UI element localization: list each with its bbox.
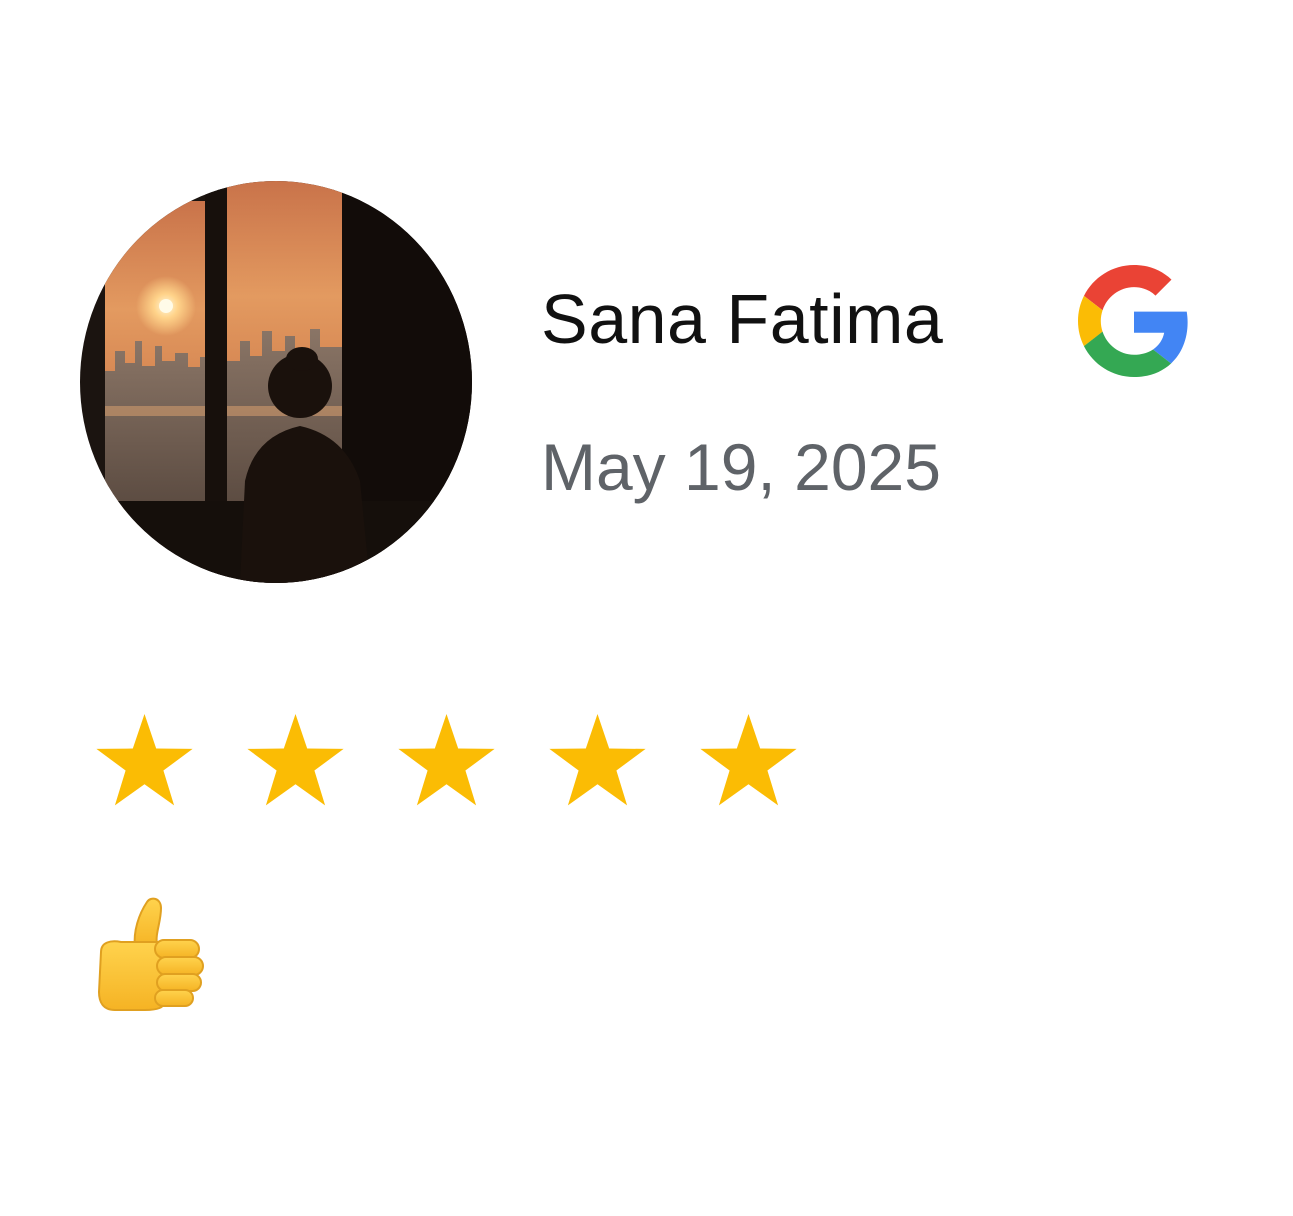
- star-icon: [548, 712, 647, 811]
- review-card: Sana Fatima May 19, 2025: [0, 0, 1293, 1216]
- google-g-icon: [1078, 264, 1190, 378]
- reviewer-name[interactable]: Sana Fatima: [541, 278, 943, 360]
- star-rating: [95, 712, 798, 811]
- avatar-photo: [80, 181, 472, 583]
- star-icon: [397, 712, 496, 811]
- star-icon: [246, 712, 345, 811]
- review-date: May 19, 2025: [541, 430, 941, 504]
- avatar[interactable]: [80, 181, 472, 583]
- star-icon: [699, 712, 798, 811]
- thumbs-up-icon: [95, 896, 207, 1012]
- star-icon: [95, 712, 194, 811]
